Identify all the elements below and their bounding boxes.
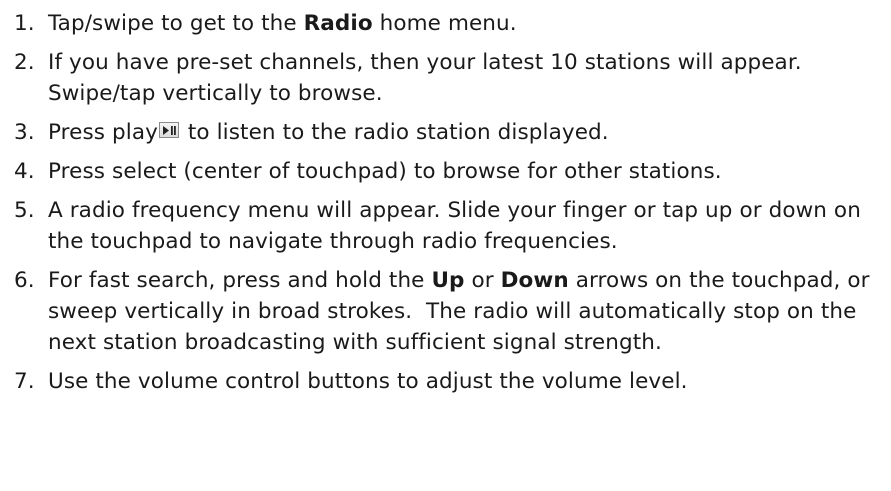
step-item: 1. Tap/swipe to get to the Radio home men… (14, 8, 891, 39)
text-run: Press play (48, 120, 158, 145)
step-number: 6. (14, 268, 35, 293)
bold-keyword: Down (500, 268, 569, 293)
text-run: For fast search, press and hold the (48, 268, 432, 293)
step-text: Use the volume control buttons to adjust… (48, 366, 891, 397)
step-text: A radio frequency menu will appear. Slid… (48, 195, 891, 257)
step-text: Press select (center of touchpad) to bro… (48, 156, 891, 187)
step-text: Tap/swipe to get to the Radio home menu. (48, 8, 891, 39)
step-item: 6. For fast search, press and hold the Up… (14, 265, 891, 358)
instructions-document: 1. Tap/swipe to get to the Radio home men… (0, 0, 891, 491)
step-item: 3. Press play to listen to the radio stat… (14, 117, 891, 148)
text-run: Use the volume control buttons to adjust… (48, 369, 688, 394)
step-item: 4. Press select (center of touchpad) to b… (14, 156, 891, 187)
text-run: or (464, 268, 501, 293)
bold-keyword: Up (431, 268, 465, 293)
step-text: For fast search, press and hold the Up o… (48, 265, 891, 358)
step-number: 2. (14, 50, 35, 75)
play-pause-icon (158, 122, 179, 138)
step-item: 5. A radio frequency menu will appear. Sl… (14, 195, 891, 257)
step-number: 4. (14, 159, 35, 184)
step-number: 3. (14, 120, 35, 145)
step-text: Press play to listen to the radio statio… (48, 117, 891, 148)
step-number: 5. (14, 198, 35, 223)
bold-keyword: Radio (303, 11, 373, 36)
text-run: home menu. (372, 11, 517, 36)
steps-list: 1. Tap/swipe to get to the Radio home men… (14, 8, 891, 397)
step-number: 7. (14, 369, 35, 394)
text-run: Press select (center of touchpad) to bro… (48, 159, 722, 184)
text-run: to listen to the radio station displayed… (180, 120, 609, 145)
text-run: If you have pre-set channels, then your … (48, 50, 816, 106)
text-run: A radio frequency menu will appear. Slid… (48, 198, 868, 254)
step-item: 2. If you have pre-set channels, then you… (14, 47, 891, 109)
step-number: 1. (14, 11, 35, 36)
text-run: Tap/swipe to get to the (48, 11, 304, 36)
step-item: 7. Use the volume control buttons to adju… (14, 366, 891, 397)
step-text: If you have pre-set channels, then your … (48, 47, 891, 109)
